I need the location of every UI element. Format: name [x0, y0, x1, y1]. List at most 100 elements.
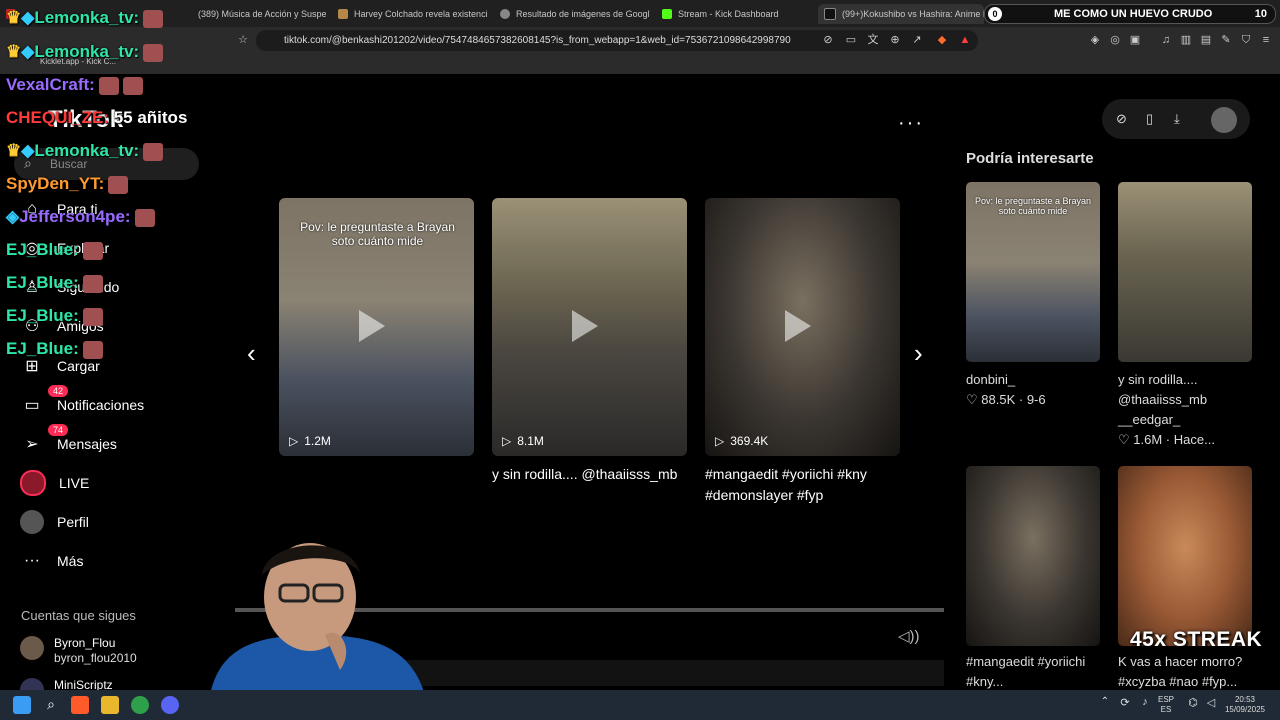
search-icon[interactable]: ⌕ — [42, 696, 60, 714]
emote-icon — [82, 241, 103, 260]
user-avatar[interactable] — [1211, 107, 1237, 133]
brave-icon[interactable] — [71, 696, 89, 714]
google-icon — [500, 9, 510, 19]
chat-message: ♛◆Lemonka_tv: — [6, 42, 164, 62]
bookmark-bar: Kicklet.app - Kick C... — [0, 54, 1280, 74]
avatar — [20, 636, 44, 660]
reader-icon[interactable]: ⊘ — [820, 32, 836, 48]
browser-tab-active[interactable]: (99+)Kokushibo vs Hashira: Anime E... — [818, 4, 984, 24]
video-card[interactable]: ▷ 8.1M — [492, 198, 687, 456]
browser-tab[interactable]: Harvey Colchado revela existencia d... — [332, 4, 488, 24]
recommended-title: Podría interesarte — [966, 150, 1094, 167]
messages-badge: 74 — [48, 424, 69, 436]
chat-message: EJ_Blue: — [6, 240, 103, 260]
nav-item-messages[interactable]: ➢ 74 Mensajes — [20, 424, 210, 457]
sync-icon[interactable]: ⟳ — [1116, 696, 1134, 714]
nav-item-profile[interactable]: Perfil — [20, 509, 210, 535]
sub-badge-icon: ◆ — [21, 8, 35, 27]
recommended-meta[interactable]: y sin rodilla.... @thaaiisss_mb __eedgar… — [1118, 370, 1258, 450]
crown-icon: ♛ — [6, 42, 22, 61]
chat-message: ♛◆Lemonka_tv: — [6, 141, 164, 161]
menu-icon[interactable]: ≡ — [1258, 32, 1274, 48]
discord-icon[interactable] — [161, 696, 179, 714]
recommended-meta[interactable]: #mangaedit #yoriichi #kny... — [966, 652, 1106, 692]
chat-message: EJ_Blue: — [6, 273, 103, 293]
download-icon[interactable]: ⤓ — [1174, 111, 1180, 127]
recommended-thumbnail[interactable] — [1118, 182, 1252, 362]
video-card[interactable]: Pov: le preguntaste a Brayan soto cuánto… — [279, 198, 474, 456]
browser-tab[interactable]: Stream - Kick Dashboard — [656, 4, 812, 24]
app-icon[interactable] — [131, 696, 149, 714]
nav-item-notifications[interactable]: ▭ 42 Notificaciones — [20, 385, 210, 418]
emote-icon — [122, 76, 143, 95]
extension-icon[interactable]: ✎ — [1218, 32, 1234, 48]
heart-icon: ♡ — [1118, 432, 1130, 447]
extension-icon[interactable]: ◈ — [1087, 32, 1103, 48]
cast-icon[interactable]: ▭ — [843, 32, 859, 48]
volume-icon[interactable]: ◁)) — [898, 627, 920, 645]
recommended-meta[interactable]: donbini_ ♡ 88.5K · 9-6 — [966, 370, 1046, 410]
sidebar-icon[interactable]: ▥ — [1178, 32, 1194, 48]
more-icon: ··· — [24, 552, 40, 569]
phone-icon[interactable]: ▯ — [1146, 111, 1153, 127]
video-card[interactable]: ▷ 369.4K — [705, 198, 900, 456]
alert-badge: 0 — [988, 7, 1002, 21]
following-account[interactable]: Byron_Flou byron_flou2010 — [20, 636, 137, 665]
chat-message: SpyDen_YT: — [6, 174, 129, 194]
chat-message: EJ_Blue: — [6, 306, 103, 326]
windows-start-icon[interactable] — [13, 696, 31, 714]
coins-icon[interactable]: ⊘ — [1116, 111, 1127, 127]
extension-icon[interactable]: ◎ — [1107, 32, 1123, 48]
recommended-thumbnail[interactable]: Pov: le preguntaste a Brayan soto cuánto… — [966, 182, 1100, 362]
view-count: ▷ 8.1M — [502, 434, 544, 448]
recommended-meta[interactable]: K vas a hacer morro? #xcyzba #nao #fyp..… — [1118, 652, 1268, 692]
more-options-icon[interactable]: ··· — [898, 112, 924, 135]
zoom-icon[interactable]: ⊕ — [887, 32, 903, 48]
share-icon[interactable]: ↗ — [909, 32, 925, 48]
network-icon[interactable]: ⌬ — [1184, 696, 1202, 714]
stream-alert-bar: 0 ME COMO UN HUEVO CRUDO 10 — [984, 4, 1276, 24]
video-caption[interactable]: y sin rodilla.... @thaaiisss_mb — [492, 464, 692, 485]
wallet-icon[interactable]: ▤ — [1198, 32, 1214, 48]
alert-count: 10 — [1254, 8, 1267, 20]
music-icon[interactable]: ♫ — [1158, 32, 1174, 48]
emote-icon — [143, 9, 164, 28]
prev-arrow-icon[interactable]: ‹ — [247, 338, 256, 369]
next-arrow-icon[interactable]: › — [914, 338, 923, 369]
folder-icon[interactable] — [101, 696, 119, 714]
inbox-icon: ▭ 42 — [20, 385, 69, 417]
play-count-icon: ▷ — [289, 434, 299, 448]
chat-message: VexalCraft: — [6, 75, 143, 95]
volume-icon[interactable]: ◁ — [1202, 696, 1220, 714]
bookmark-icon[interactable]: ☆ — [235, 32, 251, 48]
video-caption[interactable]: #mangaedit #yoriichi #kny #demonslayer #… — [705, 464, 905, 506]
play-icon — [785, 310, 811, 342]
browser-tab[interactable]: Resultado de imágenes de Google — [494, 4, 650, 24]
recommended-thumbnail[interactable] — [1118, 466, 1252, 646]
emote-icon — [143, 142, 164, 161]
rewards-icon[interactable]: ▲ — [957, 32, 973, 48]
view-count: ▷ 369.4K — [715, 434, 769, 448]
tiktok-icon — [824, 8, 836, 20]
browser-tab-bar: (389) Música de Acción y Suspenso | ... … — [0, 0, 1280, 27]
nav-item-live[interactable]: LIVE — [20, 470, 210, 496]
chevron-up-icon[interactable]: ⌃ — [1096, 696, 1114, 714]
recommended-thumbnail[interactable] — [966, 466, 1100, 646]
heart-icon: ♡ — [966, 392, 978, 407]
sub-badge-icon: ◈ — [6, 207, 20, 226]
chat-message: ♛◆Lemonka_tv: — [6, 8, 164, 28]
mic-icon[interactable]: ♪ — [1136, 696, 1154, 714]
play-icon — [572, 310, 598, 342]
clock[interactable]: 20:53 15/09/2025 — [1220, 695, 1270, 715]
emote-icon — [82, 274, 103, 293]
emote-icon — [98, 76, 119, 95]
extension-icon[interactable]: ▣ — [1127, 32, 1143, 48]
language-indicator[interactable]: ESP ES — [1158, 695, 1174, 715]
translate-icon[interactable]: 文 — [865, 32, 881, 48]
shield-icon[interactable]: ⛉ — [1238, 32, 1254, 48]
chat-message: CHEQUI_ZE: 55 añitos — [6, 108, 188, 127]
news-icon — [338, 9, 348, 19]
windows-taskbar — [0, 690, 1280, 720]
nav-item-more[interactable]: ··· Más — [20, 548, 210, 574]
brave-shield-icon[interactable]: ◆ — [934, 32, 950, 48]
